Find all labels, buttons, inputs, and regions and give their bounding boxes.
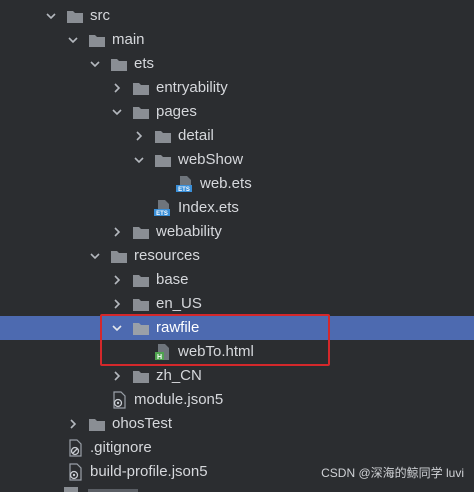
chevron-right-icon[interactable] bbox=[110, 369, 124, 383]
folder-icon bbox=[132, 368, 150, 384]
tree-item-label: ohosTest bbox=[112, 415, 173, 432]
chevron-down-icon[interactable] bbox=[88, 249, 102, 263]
folder-icon bbox=[110, 56, 128, 72]
tree-item-src[interactable]: src bbox=[0, 4, 474, 28]
chevron-right-icon[interactable] bbox=[110, 225, 124, 239]
tree-item-zh-cn[interactable]: zh_CN bbox=[0, 364, 474, 388]
tree-item-label: build-profile.json5 bbox=[90, 463, 208, 480]
tree-item-entryability[interactable]: entryability bbox=[0, 76, 474, 100]
tree-item-label: web.ets bbox=[200, 175, 252, 192]
folder-icon bbox=[132, 80, 150, 96]
folder-icon bbox=[132, 104, 150, 120]
folder-icon bbox=[154, 128, 172, 144]
folder-icon bbox=[110, 248, 128, 264]
chevron-down-icon[interactable] bbox=[66, 33, 80, 47]
chevron-right-icon[interactable] bbox=[66, 417, 80, 431]
chevron-right-icon[interactable] bbox=[110, 297, 124, 311]
tree-item-resources[interactable]: resources bbox=[0, 244, 474, 268]
folder-icon bbox=[88, 32, 106, 48]
tree-item-ohostest[interactable]: ohosTest bbox=[0, 412, 474, 436]
svg-text:ETS: ETS bbox=[156, 211, 168, 217]
chevron-down-icon[interactable] bbox=[110, 105, 124, 119]
folder-icon bbox=[132, 224, 150, 240]
chevron-down-icon[interactable] bbox=[132, 153, 146, 167]
tree-item-label: pages bbox=[156, 103, 197, 120]
chevron-down-icon[interactable] bbox=[88, 57, 102, 71]
tree-item-web-ets[interactable]: ETS web.ets bbox=[0, 172, 474, 196]
tree-item-index-ets[interactable]: ETS Index.ets bbox=[0, 196, 474, 220]
tree-item-label: ets bbox=[134, 55, 155, 72]
chevron-right-icon[interactable] bbox=[110, 273, 124, 287]
cut-off-row-fragment bbox=[64, 482, 144, 492]
json5-file-icon bbox=[110, 391, 128, 409]
tree-item-label: webShow bbox=[178, 151, 244, 168]
tree-item-label: main bbox=[112, 31, 145, 48]
tree-item-pages[interactable]: pages bbox=[0, 100, 474, 124]
svg-text:ETS: ETS bbox=[178, 187, 190, 193]
folder-icon bbox=[88, 416, 106, 432]
tree-item-label: zh_CN bbox=[156, 367, 202, 384]
tree-item-label: src bbox=[90, 7, 110, 24]
tree-item-label: resources bbox=[134, 247, 200, 264]
tree-item-label: en_US bbox=[156, 295, 202, 312]
annotation-highlight-box bbox=[100, 314, 330, 366]
folder-icon bbox=[132, 296, 150, 312]
chevron-right-icon[interactable] bbox=[132, 129, 146, 143]
tree-item-label: webability bbox=[156, 223, 222, 240]
gitignore-file-icon bbox=[66, 439, 84, 457]
tree-item-label: base bbox=[156, 271, 189, 288]
tree-item-ets[interactable]: ets bbox=[0, 52, 474, 76]
tree-item-gitignore[interactable]: .gitignore bbox=[0, 436, 474, 460]
tree-item-base[interactable]: base bbox=[0, 268, 474, 292]
chevron-down-icon[interactable] bbox=[44, 9, 58, 23]
tree-item-detail[interactable]: detail bbox=[0, 124, 474, 148]
tree-item-en-us[interactable]: en_US bbox=[0, 292, 474, 316]
tree-item-label: Index.ets bbox=[178, 199, 239, 216]
tree-item-label: .gitignore bbox=[90, 439, 152, 456]
folder-icon bbox=[66, 8, 84, 24]
tree-item-label: module.json5 bbox=[134, 391, 224, 408]
tree-item-webability[interactable]: webability bbox=[0, 220, 474, 244]
tree-item-label: entryability bbox=[156, 79, 228, 96]
ets-file-icon: ETS bbox=[176, 176, 194, 193]
tree-item-webshow[interactable]: webShow bbox=[0, 148, 474, 172]
chevron-right-icon[interactable] bbox=[110, 81, 124, 95]
watermark: CSDN @深海的鲸同学 luvi bbox=[321, 466, 464, 480]
tree-item-main[interactable]: main bbox=[0, 28, 474, 52]
tree-item-label: detail bbox=[178, 127, 214, 144]
json5-file-icon bbox=[66, 463, 84, 481]
ets-file-icon: ETS bbox=[154, 200, 172, 217]
tree-item-module-json5[interactable]: module.json5 bbox=[0, 388, 474, 412]
project-tree: src main ets entryability pages detail w… bbox=[0, 0, 474, 489]
folder-icon bbox=[132, 272, 150, 288]
folder-icon bbox=[154, 152, 172, 168]
